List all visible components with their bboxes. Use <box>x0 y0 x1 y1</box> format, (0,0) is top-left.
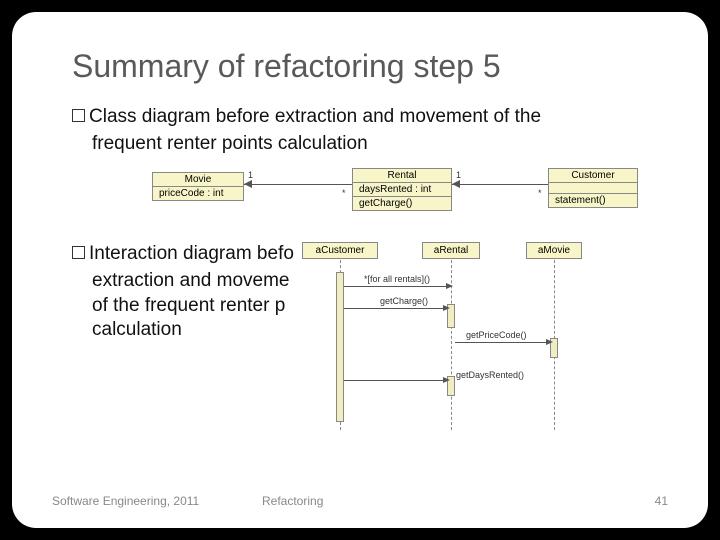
bullet-1-text: Class diagram before extraction and move… <box>89 105 541 130</box>
rental-class-name: Rental <box>353 169 451 183</box>
movie-attr: priceCode : int <box>153 187 243 200</box>
association-2 <box>452 184 548 185</box>
bullet-2-rest: diagram befo <box>178 243 294 264</box>
uml-class-rental: Rental daysRented : int getCharge() <box>352 168 452 211</box>
slide-title: Summary of refactoring step 5 <box>72 48 668 85</box>
checkbox-icon <box>72 109 85 122</box>
sequence-diagram: aCustomer aRental aMovie *[for all renta… <box>296 242 668 432</box>
lifeline-rental: aRental <box>422 242 480 259</box>
bullet-2: Interaction diagram befo <box>72 242 302 267</box>
msg-2: getCharge() <box>380 296 428 306</box>
rental-attr1: daysRented : int <box>353 183 451 196</box>
page-number: 41 <box>655 494 668 508</box>
association-1 <box>244 184 352 185</box>
msg-3: getPriceCode() <box>466 330 527 340</box>
bullet-1-lead: Class <box>89 106 137 127</box>
bullet-2-text: Interaction diagram befo <box>89 242 294 267</box>
mult-1r: * <box>342 188 346 198</box>
bullet-1-line2: frequent renter points calculation <box>92 132 668 157</box>
mult-2l: 1 <box>456 170 461 180</box>
section-2: Interaction diagram befo extraction and … <box>52 242 668 432</box>
mult-2r: * <box>538 188 542 198</box>
arrow-icon <box>546 339 553 345</box>
msg-line <box>344 286 450 287</box>
bullet-2-l4: calculation <box>92 318 302 343</box>
lifeline-movie: aMovie <box>526 242 582 259</box>
footer-center: Refactoring <box>262 494 655 508</box>
uml-class-movie: Movie priceCode : int <box>152 172 244 201</box>
bullet-1-rest: diagram before extraction and movement o… <box>137 106 542 127</box>
arrow-icon <box>443 305 450 311</box>
arrow-icon <box>244 180 252 188</box>
slide-card: Summary of refactoring step 5 Class diag… <box>12 12 708 528</box>
movie-class-name: Movie <box>153 173 243 187</box>
class-diagram: Movie priceCode : int Rental daysRented … <box>152 162 668 228</box>
lifeline-customer: aCustomer <box>302 242 378 259</box>
rental-attr2: getCharge() <box>353 196 451 210</box>
bullet-1: Class diagram before extraction and move… <box>72 105 668 130</box>
activation-bar <box>336 272 344 422</box>
section-2-text: Interaction diagram befo extraction and … <box>52 242 302 343</box>
msg-1: *[for all rentals]() <box>364 274 430 284</box>
arrow-icon <box>443 377 450 383</box>
msg-line <box>344 308 447 309</box>
customer-attr: statement() <box>549 193 637 207</box>
footer-left: Software Engineering, 2011 <box>52 494 262 508</box>
customer-attr-empty <box>549 183 637 193</box>
bullet-2-l2: extraction and moveme <box>92 269 302 294</box>
msg-4: getDaysRented() <box>456 370 524 380</box>
msg-line <box>344 380 447 381</box>
footer: Software Engineering, 2011 Refactoring 4… <box>52 494 668 508</box>
msg-line <box>455 342 550 343</box>
arrow-icon <box>452 180 460 188</box>
uml-class-customer: Customer statement() <box>548 168 638 208</box>
mult-1l: 1 <box>248 170 253 180</box>
arrow-icon <box>446 283 453 289</box>
customer-class-name: Customer <box>549 169 637 183</box>
bullet-2-lead: Interaction <box>89 243 178 264</box>
bullet-2-l3: of the frequent renter p <box>92 294 302 319</box>
checkbox-icon <box>72 246 85 259</box>
